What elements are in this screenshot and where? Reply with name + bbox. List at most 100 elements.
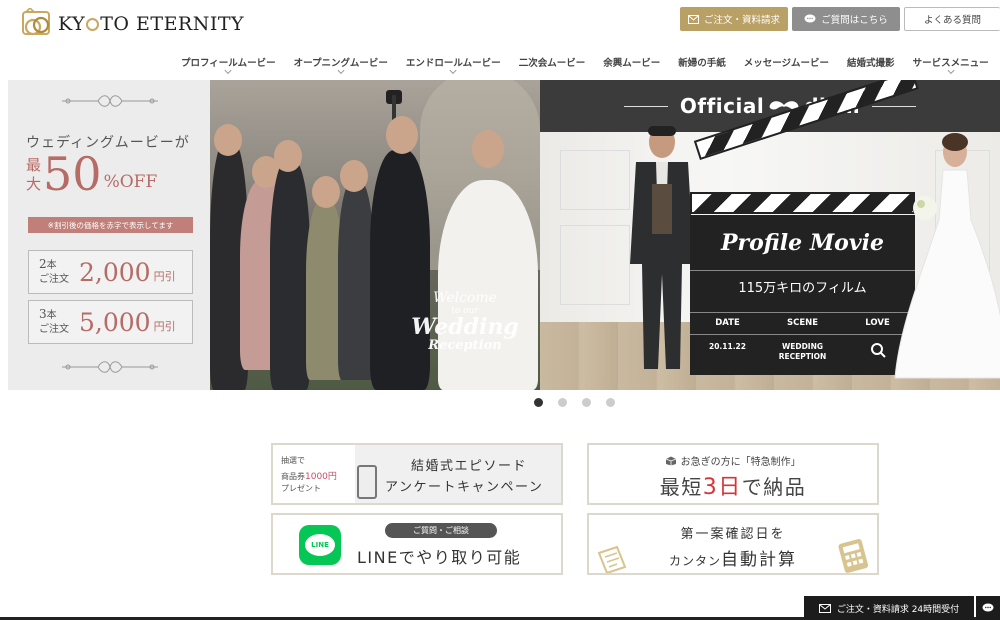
promo-percent: 50 (43, 147, 102, 201)
nav-wedding-photo[interactable]: 結婚式撮影 (838, 55, 904, 75)
magnifier-icon (870, 343, 886, 358)
deal-qty-unit: 本 (46, 260, 57, 271)
survey-present-label: プレゼント (281, 484, 321, 493)
photo-guest (338, 180, 374, 380)
nav-afterparty-movie[interactable]: 二次会ムービー (510, 55, 595, 75)
wall-panel (560, 150, 630, 210)
order-request-button[interactable]: ご注文・資料請求 (680, 7, 788, 31)
hero-carousel[interactable]: ウェディングムービーが 最 大 50 %OFF ※割引後の価格を赤字で表示してま… (8, 80, 1000, 390)
photo-groom-head (386, 116, 418, 154)
nav-label: 余興ムービー (603, 58, 661, 69)
photo-guest-head (340, 160, 368, 192)
banner-line (623, 105, 668, 107)
carousel-dot-4[interactable] (606, 398, 615, 407)
carousel-dot-3[interactable] (582, 398, 591, 407)
survey-title-1: 結婚式エピソード (411, 459, 528, 474)
line-pill-label: ご質問・ご相談 (385, 523, 497, 538)
auto-calc-banner[interactable]: 第一案確認日を カンタン自動計算 (587, 513, 879, 575)
mail-icon (687, 14, 699, 24)
site-header: KY TO ETERNITY ご注文・資料請求 ご質問はこちら よくある質問 プロ… (0, 0, 1000, 80)
nav-entertainment-movie[interactable]: 余興ムービー (594, 55, 669, 75)
nav-endroll-movie[interactable]: エンドロールムービー (397, 55, 510, 75)
site-logo[interactable]: KY TO ETERNITY (20, 8, 244, 40)
logo-text-part1: KY (58, 13, 86, 35)
nav-profile-movie[interactable]: プロフィールムービー (172, 55, 285, 75)
auto-calc-easy: カンタン (668, 554, 721, 568)
survey-prize-amount: 1000円 (305, 472, 337, 482)
logo-text-part2: TO ETERNITY (100, 13, 245, 35)
clapperboard-top (690, 192, 915, 214)
clapperboard-rule (690, 312, 915, 313)
express-title: 最短3日で納品 (589, 469, 877, 501)
survey-campaign-banner[interactable]: 抽選で 商品券1000円 プレゼント 結婚式エピソード アンケートキャンペーン (271, 443, 563, 505)
nav-service-menu[interactable]: サービスメニュー (904, 55, 998, 75)
deal-suffix: 円引 (153, 320, 176, 333)
promo-max-bottom: 大 (26, 175, 42, 193)
clapperboard-rule (690, 270, 915, 271)
wedding-photo: Welcome to our Wedding Reception (210, 80, 540, 390)
clapperboard-title: Profile Movie (721, 230, 884, 256)
profile-movie-slide[interactable]: Official dism Profile Movie 115万キロのフィルム … (540, 80, 1000, 390)
welcome-text-4: Reception (428, 338, 502, 353)
wall-panel (560, 225, 630, 305)
express-subtitle: お急ぎの方に「特急制作」 (589, 453, 877, 468)
deal-suffix: 円引 (153, 270, 176, 283)
nav-message-movie[interactable]: メッセージムービー (735, 55, 838, 75)
clap-cell-date: DATE (715, 318, 740, 328)
clap-cell-scene: SCENE (786, 318, 819, 328)
carousel-dot-1[interactable] (534, 398, 543, 407)
line-title: LINEでやり取り可能 (357, 548, 522, 567)
fixed-chat-button[interactable] (976, 596, 1000, 620)
nav-label: 二次会ムービー (518, 58, 586, 69)
nav-label: 新婦の手紙 (678, 58, 726, 69)
faq-button[interactable]: よくある質問 (904, 7, 1000, 31)
carousel-dot-2[interactable] (558, 398, 567, 407)
faq-label: よくある質問 (923, 15, 981, 26)
logo-ring-icon (86, 18, 100, 31)
line-contact-banner[interactable]: LINE ご質問・ご相談 LINEでやり取り可能 (271, 513, 563, 575)
promo-max-top: 最 (26, 156, 42, 174)
question-button[interactable]: ご質問はこちら (792, 7, 900, 31)
auto-calc-title-1: 第一案確認日を (680, 527, 786, 542)
deal-amount: 2,000 (79, 257, 151, 287)
clap-value-scene: WEDDING RECEPTION (778, 342, 827, 361)
photo-bride-head (472, 130, 504, 168)
promo-off: %OFF (103, 172, 158, 192)
deal-3-movies: 3本 ご注文 5,000 円引 (28, 300, 193, 344)
deal-2-movies: 2本 ご注文 2,000 円引 (28, 250, 193, 294)
promo-panel[interactable]: ウェディングムービーが 最 大 50 %OFF ※割引後の価格を赤字で表示してま… (8, 80, 210, 390)
photo-guest-head (214, 124, 242, 156)
chat-bubble-icon (804, 14, 816, 23)
promo-max-label: 最 大 (26, 156, 41, 194)
photo-bride (438, 180, 538, 390)
express-production-banner[interactable]: お急ぎの方に「特急制作」 最短3日で納品 (587, 443, 879, 505)
line-logo-text: LINE (305, 534, 335, 556)
survey-lottery-label: 抽選で (281, 456, 305, 465)
clapperboard-subtitle: 115万キロのフィルム (738, 281, 867, 296)
photo-groom (370, 150, 430, 390)
deal-qty-number: 2 (39, 257, 47, 271)
mail-icon (818, 603, 831, 613)
chat-bubble-icon (982, 603, 994, 612)
welcome-sign: Welcome to our Wedding Reception (400, 290, 530, 353)
nav-label: 結婚式撮影 (847, 58, 895, 69)
welcome-text-1: Welcome (433, 290, 497, 306)
ornament-bottom-icon (62, 361, 158, 373)
survey-prize-item: 商品券 (281, 472, 305, 481)
nav-opening-movie[interactable]: オープニングムービー (285, 55, 397, 75)
logo-wordmark: KY TO ETERNITY (58, 13, 244, 35)
welcome-text-3: Wedding (411, 314, 519, 340)
bride-figure (894, 133, 1000, 379)
survey-prize-label: 商品券1000円 (281, 469, 337, 482)
promo-discount: 最 大 50 %OFF (26, 150, 157, 198)
nav-label: メッセージムービー (743, 58, 830, 69)
deal-order-label: ご注文 (39, 324, 69, 335)
banner-title-left: Official (679, 94, 765, 118)
calculator-icon (838, 539, 869, 573)
clapperboard-rule (690, 334, 915, 335)
nav-bride-letter[interactable]: 新婦の手紙 (669, 55, 735, 75)
fixed-order-button[interactable]: ご注文・資料請求 24時間受付 (804, 596, 974, 620)
chevron-down-icon (947, 66, 955, 75)
order-request-label: ご注文・資料請求 (703, 15, 780, 26)
clapperboard-headers: DATE SCENE LOVE (690, 318, 915, 328)
